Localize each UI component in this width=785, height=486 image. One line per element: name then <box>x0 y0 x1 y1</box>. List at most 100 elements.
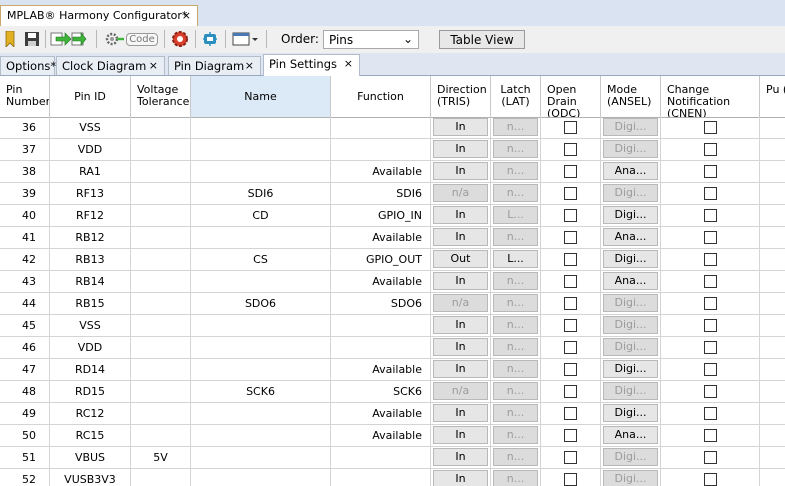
direction-button[interactable]: n/a <box>433 294 488 312</box>
name-cell[interactable] <box>191 271 331 293</box>
direction-button[interactable]: In <box>433 206 488 224</box>
function-cell[interactable]: Available <box>331 161 431 183</box>
mode-button[interactable]: Digi... <box>603 118 658 136</box>
latch-button[interactable]: n... <box>493 162 538 180</box>
function-cell[interactable]: GPIO_OUT <box>331 249 431 271</box>
function-cell[interactable]: Available <box>331 403 431 425</box>
direction-button[interactable]: In <box>433 140 488 158</box>
direction-button[interactable]: In <box>433 426 488 444</box>
col-function-header[interactable]: Function <box>331 76 431 118</box>
latch-button[interactable]: n... <box>493 118 538 136</box>
function-cell[interactable]: Available <box>331 227 431 249</box>
open-drain-checkbox[interactable] <box>564 385 577 398</box>
direction-button[interactable]: n/a <box>433 382 488 400</box>
col-latch-header[interactable]: Latch (LAT) <box>491 76 541 118</box>
open-drain-checkbox[interactable] <box>564 451 577 464</box>
col-change-notification-header[interactable]: Change Notification (CNEN) <box>661 76 760 118</box>
close-icon[interactable]: × <box>344 57 353 70</box>
open-drain-checkbox[interactable] <box>564 143 577 156</box>
function-cell[interactable] <box>331 315 431 337</box>
close-icon[interactable]: × <box>149 59 158 72</box>
name-cell[interactable] <box>191 447 331 469</box>
open-drain-checkbox[interactable] <box>564 275 577 288</box>
mode-button[interactable]: Ana... <box>603 272 658 290</box>
direction-button[interactable]: In <box>433 316 488 334</box>
tab-pin-diagram[interactable]: Pin Diagram × <box>168 56 261 75</box>
change-notification-checkbox[interactable] <box>704 341 717 354</box>
latch-button[interactable]: L... <box>493 206 538 224</box>
latch-button[interactable]: n... <box>493 338 538 356</box>
mode-button[interactable]: Digi... <box>603 316 658 334</box>
open-drain-checkbox[interactable] <box>564 429 577 442</box>
name-cell[interactable] <box>191 161 331 183</box>
name-cell[interactable] <box>191 337 331 359</box>
direction-button[interactable]: In <box>433 404 488 422</box>
open-drain-checkbox[interactable] <box>564 407 577 420</box>
latch-button[interactable]: n... <box>493 228 538 246</box>
tab-options[interactable]: Options* <box>0 56 56 75</box>
change-notification-checkbox[interactable] <box>704 121 717 134</box>
name-cell[interactable] <box>191 139 331 161</box>
name-cell[interactable] <box>191 403 331 425</box>
col-pin-number-header[interactable]: Pin Number <box>0 76 50 118</box>
import-export-icon[interactable] <box>50 30 90 48</box>
direction-button[interactable]: In <box>433 360 488 378</box>
tab-pin-settings[interactable]: Pin Settings × <box>263 54 360 76</box>
change-notification-checkbox[interactable] <box>704 429 717 442</box>
open-drain-checkbox[interactable] <box>564 253 577 266</box>
col-name-header[interactable]: Name <box>191 76 331 118</box>
col-pull-up-header[interactable]: Pu (C <box>760 76 785 118</box>
mode-button[interactable]: Digi... <box>603 140 658 158</box>
change-notification-checkbox[interactable] <box>704 473 717 486</box>
latch-button[interactable]: n... <box>493 316 538 334</box>
mode-button[interactable]: Digi... <box>603 448 658 466</box>
function-cell[interactable] <box>331 469 431 486</box>
mode-button[interactable]: Digi... <box>603 250 658 268</box>
latch-button[interactable]: L... <box>493 250 538 268</box>
close-icon[interactable]: × <box>182 9 191 22</box>
generate-code-button[interactable]: Code <box>102 30 160 48</box>
change-notification-checkbox[interactable] <box>704 187 717 200</box>
tab-clock-diagram[interactable]: Clock Diagram × <box>56 56 165 75</box>
col-open-drain-header[interactable]: Open Drain (ODC) <box>541 76 601 118</box>
col-mode-header[interactable]: Mode (ANSEL) <box>601 76 661 118</box>
change-notification-checkbox[interactable] <box>704 143 717 156</box>
save-icon[interactable] <box>22 30 42 48</box>
function-cell[interactable]: GPIO_IN <box>331 205 431 227</box>
mode-button[interactable]: Ana... <box>603 162 658 180</box>
direction-button[interactable]: In <box>433 470 488 486</box>
direction-button[interactable]: In <box>433 162 488 180</box>
function-cell[interactable]: SDO6 <box>331 293 431 315</box>
change-notification-checkbox[interactable] <box>704 363 717 376</box>
latch-button[interactable]: n... <box>493 184 538 202</box>
mode-button[interactable]: Digi... <box>603 206 658 224</box>
direction-button[interactable]: Out <box>433 250 488 268</box>
direction-button[interactable]: n/a <box>433 184 488 202</box>
window-tab-harmony[interactable]: MPLAB® Harmony Configurator* × <box>0 5 198 26</box>
direction-button[interactable]: In <box>433 228 488 246</box>
function-cell[interactable] <box>331 117 431 139</box>
latch-button[interactable]: n... <box>493 448 538 466</box>
name-cell[interactable]: SDO6 <box>191 293 331 315</box>
change-notification-checkbox[interactable] <box>704 253 717 266</box>
function-cell[interactable]: SDI6 <box>331 183 431 205</box>
change-notification-checkbox[interactable] <box>704 165 717 178</box>
latch-button[interactable]: n... <box>493 272 538 290</box>
mode-button[interactable]: Digi... <box>603 360 658 378</box>
change-notification-checkbox[interactable] <box>704 209 717 222</box>
device-package-icon[interactable] <box>199 30 221 48</box>
function-cell[interactable]: SCK6 <box>331 381 431 403</box>
change-notification-checkbox[interactable] <box>704 385 717 398</box>
mode-button[interactable]: Digi... <box>603 294 658 312</box>
mode-button[interactable]: Ana... <box>603 426 658 444</box>
name-cell[interactable]: SDI6 <box>191 183 331 205</box>
open-drain-checkbox[interactable] <box>564 231 577 244</box>
name-cell[interactable] <box>191 359 331 381</box>
function-cell[interactable]: Available <box>331 359 431 381</box>
name-cell[interactable]: SCK6 <box>191 381 331 403</box>
latch-button[interactable]: n... <box>493 294 538 312</box>
mode-button[interactable]: Digi... <box>603 382 658 400</box>
name-cell[interactable] <box>191 425 331 447</box>
name-cell[interactable] <box>191 227 331 249</box>
close-icon[interactable]: × <box>245 59 254 72</box>
